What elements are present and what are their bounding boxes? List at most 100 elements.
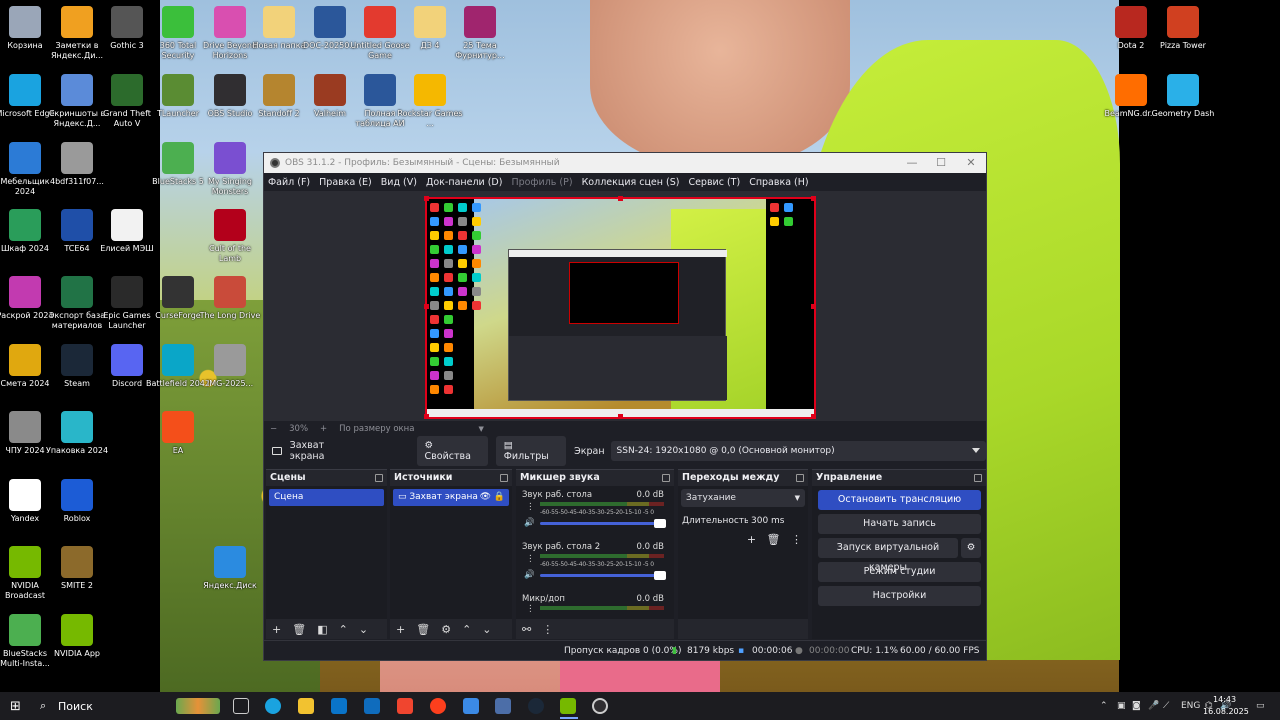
desktop-shortcut[interactable]: 4bdf311f07... <box>44 142 110 187</box>
zoom-out-button[interactable]: − <box>270 424 277 434</box>
obs-icon[interactable] <box>592 698 608 714</box>
chevron-up-icon[interactable]: ⌃ <box>339 623 348 636</box>
desktop-shortcut[interactable]: Cult of the Lamb <box>197 209 263 264</box>
yandex-browser-icon[interactable] <box>397 698 413 714</box>
filter-icon[interactable]: ◧ <box>317 623 327 636</box>
menu-scene-collection[interactable]: Коллекция сцен (S) <box>582 177 680 188</box>
microphone-icon[interactable]: 🎤 <box>1148 701 1159 711</box>
task-view-icon[interactable] <box>233 698 249 714</box>
yandex-icon[interactable] <box>430 698 446 714</box>
desktop-shortcut[interactable]: My Singing Monsters <box>197 142 263 197</box>
source-item[interactable]: ▭ Захват экрана 👁 🔒 <box>393 489 509 506</box>
dock-menu-icon[interactable] <box>796 474 804 482</box>
menu-help[interactable]: Справка (H) <box>749 177 808 188</box>
menu-profile[interactable]: Профиль (P) <box>511 177 572 188</box>
kebab-icon[interactable]: ⋮ <box>791 533 802 546</box>
desktop-shortcut[interactable]: Елисей МЭШ <box>94 209 160 254</box>
dock-menu-icon[interactable] <box>974 474 982 482</box>
maximize-icon[interactable]: ☐ <box>926 155 956 171</box>
trash-icon[interactable]: 🗑 <box>416 623 430 636</box>
menu-edit[interactable]: Правка (E) <box>319 177 372 188</box>
chevron-down-icon[interactable]: ▼ <box>478 425 483 433</box>
preview-canvas[interactable] <box>426 199 815 417</box>
kebab-icon[interactable]: ⋮ <box>526 554 535 564</box>
dock-menu-icon[interactable] <box>375 474 383 482</box>
desktop-shortcut[interactable]: 25 Тема Фурнитур... <box>447 6 513 61</box>
minimize-icon[interactable]: — <box>897 155 927 171</box>
virtual-camera-button[interactable]: Запуск виртуальной камеры <box>818 538 958 573</box>
tray-app-icon[interactable]: ▣ <box>1117 701 1126 711</box>
lock-icon[interactable]: 🔒 <box>494 489 505 506</box>
scene-item[interactable]: Сцена <box>269 489 384 506</box>
menu-docks[interactable]: Док-панели (D) <box>426 177 502 188</box>
link-icon[interactable]: ⚯ <box>522 623 531 636</box>
tray-app-icon[interactable]: ⟋ <box>1163 701 1169 711</box>
zoom-fit-select[interactable]: По размеру окна <box>339 424 414 434</box>
desktop-shortcut[interactable]: Rockstar Games ... <box>397 74 463 129</box>
zoom-in-button[interactable]: + <box>320 424 327 434</box>
add-icon[interactable]: + <box>396 623 405 636</box>
add-icon[interactable]: + <box>272 623 281 636</box>
edge-icon[interactable] <box>265 698 281 714</box>
desktop-shortcut[interactable]: SMITE 2 <box>44 546 110 591</box>
chevron-down-icon[interactable]: ⌄ <box>482 623 491 636</box>
app-icon[interactable] <box>495 698 511 714</box>
add-icon[interactable]: + <box>747 533 756 546</box>
duration-input[interactable]: 300 ms <box>748 513 798 529</box>
kebab-icon[interactable]: ⋮ <box>542 623 553 636</box>
desktop-shortcut[interactable]: EA <box>145 411 211 456</box>
store-icon[interactable] <box>331 698 347 714</box>
desktop-shortcut[interactable]: Pizza Tower <box>1150 6 1216 51</box>
volume-slider[interactable] <box>540 571 666 580</box>
trash-icon[interactable]: 🗑 <box>767 533 781 546</box>
desktop-shortcut[interactable]: Roblox <box>44 479 110 524</box>
gear-icon[interactable]: ⚙ <box>961 538 981 558</box>
speaker-icon[interactable]: 🔊 <box>524 518 535 528</box>
kebab-icon[interactable]: ⋮ <box>526 604 535 614</box>
obs-titlebar[interactable]: OBS 31.1.2 - Профиль: Безымянный - Сцены… <box>264 153 986 173</box>
widgets-icon[interactable] <box>176 698 220 714</box>
settings-button[interactable]: Настройки <box>818 586 981 606</box>
search-icon[interactable]: ⌕ <box>40 699 46 713</box>
transition-select[interactable]: Затухание ▼ <box>681 489 805 507</box>
menu-view[interactable]: Вид (V) <box>381 177 417 188</box>
desktop-shortcut[interactable]: Яндекс.Диск <box>197 546 263 591</box>
filters-button[interactable]: ▤ Фильтры <box>495 436 567 466</box>
start-recording-button[interactable]: Начать запись <box>818 514 981 534</box>
chevron-up-icon[interactable]: ⌃ <box>1100 701 1108 711</box>
desktop-shortcut[interactable]: NVIDIA App <box>44 614 110 659</box>
eye-icon[interactable]: 👁 <box>480 489 491 506</box>
steam-icon[interactable] <box>528 698 544 714</box>
language-indicator[interactable]: ENG <box>1181 701 1200 711</box>
chevron-up-icon[interactable]: ⌃ <box>462 623 471 636</box>
menu-tools[interactable]: Сервис (T) <box>688 177 740 188</box>
desktop-shortcut[interactable]: IMG-2025... <box>197 344 263 389</box>
chevron-down-icon[interactable]: ⌄ <box>359 623 368 636</box>
mail-icon[interactable] <box>463 698 479 714</box>
taskbar-search[interactable]: Поиск <box>58 700 93 713</box>
clock-time[interactable]: 14:43 <box>1213 695 1236 704</box>
studio-mode-button[interactable]: Режим студии <box>818 562 981 582</box>
menu-file[interactable]: Файл (F) <box>268 177 310 188</box>
dock-menu-icon[interactable] <box>500 474 508 482</box>
tray-app-icon[interactable]: ◙ <box>1132 701 1141 711</box>
preview-area[interactable] <box>264 191 986 421</box>
dock-menu-icon[interactable] <box>662 474 670 482</box>
notification-icon[interactable]: ▭ <box>1256 701 1265 711</box>
trash-icon[interactable]: 🗑 <box>292 623 306 636</box>
volume-slider[interactable] <box>540 519 666 528</box>
file-explorer-icon[interactable] <box>298 698 314 714</box>
clock-date[interactable]: 16.08.2025 <box>1203 707 1249 716</box>
nvidia-icon[interactable] <box>560 698 576 714</box>
windows-start-icon[interactable]: ⊞ <box>10 699 21 714</box>
properties-button[interactable]: ⚙ Свойства <box>416 436 488 466</box>
stop-stream-button[interactable]: Остановить трансляцию <box>818 490 981 510</box>
speaker-icon[interactable]: 🔊 <box>524 570 535 580</box>
desktop-shortcut[interactable]: Geometry Dash <box>1150 74 1216 119</box>
outlook-icon[interactable] <box>364 698 380 714</box>
kebab-icon[interactable]: ⋮ <box>526 502 535 512</box>
screen-select[interactable]: SSN-24: 1920x1080 @ 0,0 (Основной монито… <box>610 441 987 461</box>
desktop-shortcut[interactable]: The Long Drive <box>197 276 263 321</box>
slider-handle[interactable] <box>654 519 666 528</box>
slider-handle[interactable] <box>654 571 666 580</box>
